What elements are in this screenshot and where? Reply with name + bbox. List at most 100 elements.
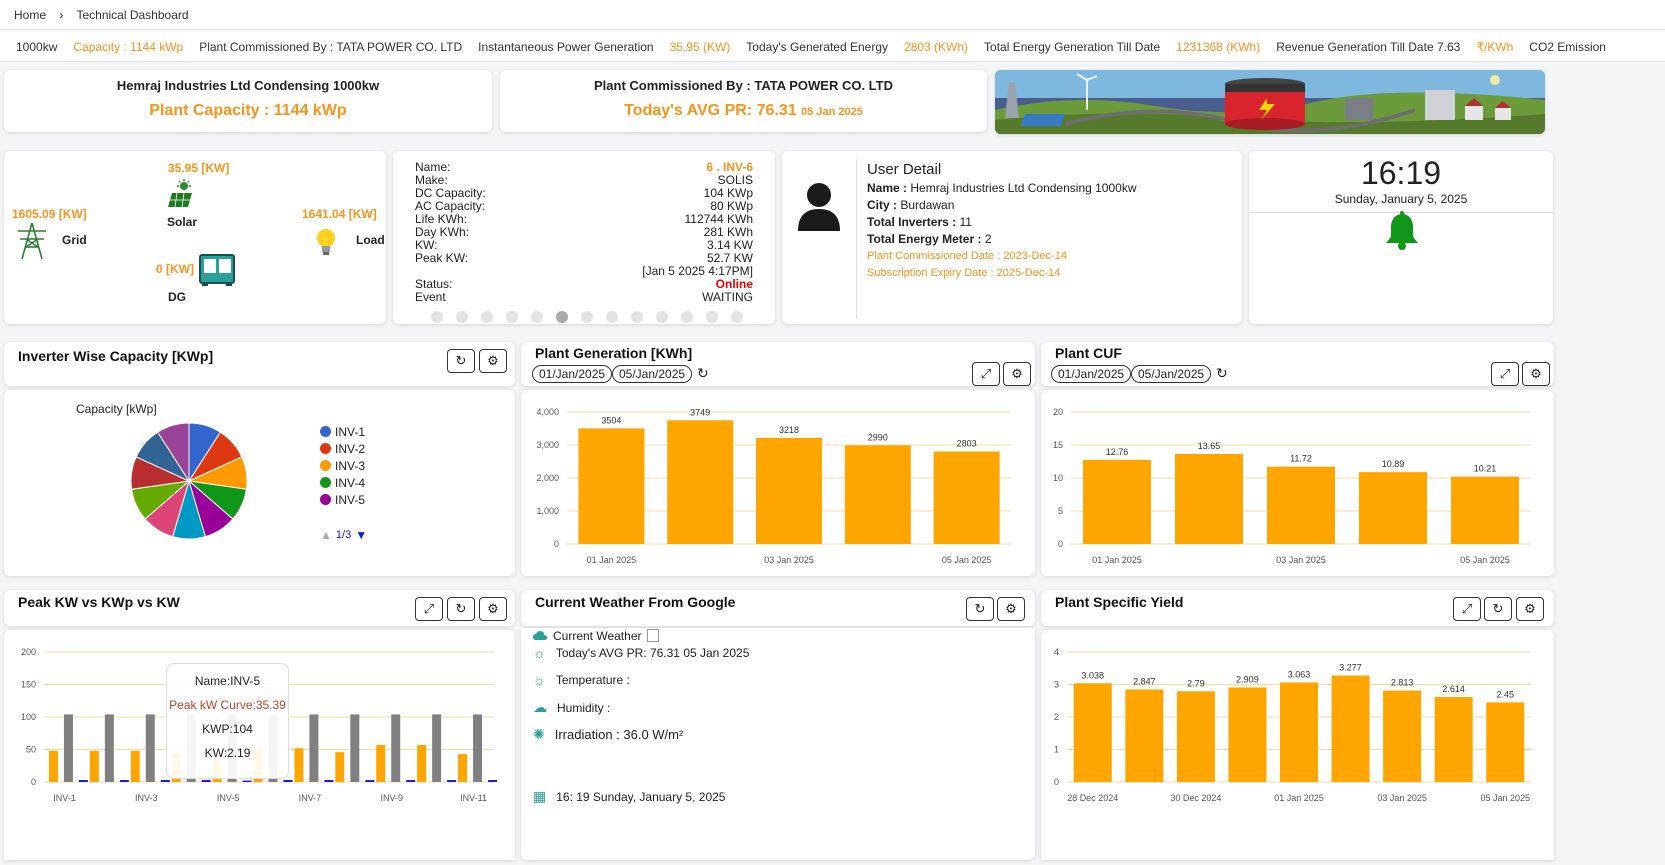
chart-bar[interactable] (1125, 689, 1164, 782)
chart-bar[interactable] (78, 780, 88, 782)
chart-bar[interactable] (488, 780, 498, 782)
user-expiry-label: Subscription Expiry Date : (867, 267, 994, 279)
chart-bar[interactable] (1083, 459, 1151, 544)
refresh-button[interactable]: ↻ (966, 597, 994, 621)
pager-down-icon[interactable]: ▼ (355, 528, 367, 542)
generation-from-date[interactable]: 01/Jan/2025 (532, 365, 613, 383)
chart-bar[interactable] (1359, 472, 1427, 544)
settings-button[interactable]: ⚙ (1516, 597, 1544, 621)
weather-irradiation-row: ✺ Irradiation : 36.0 W/m² (533, 726, 683, 743)
chart-bar[interactable] (335, 752, 345, 782)
breadcrumb-home[interactable]: Home (14, 8, 46, 22)
chart-bar[interactable] (417, 744, 427, 782)
chart-bar[interactable] (119, 780, 129, 782)
carousel-dot[interactable] (481, 311, 493, 323)
chart-bar[interactable] (458, 754, 468, 782)
chart-bar[interactable] (63, 714, 73, 782)
chart-bar[interactable] (473, 714, 483, 782)
carousel-dot[interactable] (706, 311, 718, 323)
carousel-dot[interactable] (531, 311, 543, 323)
carousel-dot[interactable] (556, 311, 568, 323)
settings-button[interactable]: ⚙ (1522, 362, 1550, 386)
carousel-dot[interactable] (431, 311, 443, 323)
chart-bar[interactable] (844, 445, 911, 544)
chart-bar[interactable] (1267, 466, 1335, 544)
chart-bar[interactable] (1175, 453, 1243, 544)
transmission-tower-icon (18, 222, 46, 260)
carousel-dot[interactable] (681, 311, 693, 323)
legend-item[interactable]: INV-2 (320, 440, 365, 457)
carousel-dot[interactable] (606, 311, 618, 323)
chart-bar[interactable] (1280, 682, 1318, 782)
expand-button[interactable]: ⤢ (415, 597, 443, 621)
settings-button[interactable]: ⚙ (479, 597, 507, 621)
settings-button[interactable]: ⚙ (1003, 362, 1031, 386)
legend-item[interactable]: INV-4 (320, 474, 365, 491)
legend-item[interactable]: INV-5 (320, 491, 365, 508)
chart-bar[interactable] (391, 714, 401, 782)
user-detail-list: User Detail Name : Hemraj Industries Ltd… (867, 161, 1136, 282)
chart-bar[interactable] (48, 750, 58, 782)
data-label: 3.063 (1288, 669, 1311, 679)
carousel-dot[interactable] (456, 311, 468, 323)
expand-button[interactable]: ⤢ (1453, 597, 1481, 621)
x-tick-label: 05 Jan 2025 (1480, 793, 1530, 803)
chart-bar[interactable] (756, 437, 822, 544)
settings-button[interactable]: ⚙ (997, 597, 1025, 621)
cuf-to-date[interactable]: 05/Jan/2025 (1131, 365, 1212, 383)
chart-bar[interactable] (104, 714, 114, 782)
x-tick-label: 01 Jan 2025 (587, 555, 637, 565)
chart-bar[interactable] (89, 750, 99, 782)
settings-button[interactable]: ⚙ (479, 349, 507, 373)
refresh-button[interactable]: ↻ (447, 349, 475, 373)
y-tick-label: 3 (1054, 680, 1059, 690)
chart-bar[interactable] (1228, 687, 1267, 782)
carousel-dot[interactable] (581, 311, 593, 323)
chart-bar[interactable] (406, 780, 416, 782)
pager-up-icon[interactable]: ▲ (320, 528, 332, 542)
chart-bar[interactable] (1434, 697, 1473, 782)
chart-bar[interactable] (365, 780, 375, 782)
carousel-dot[interactable] (656, 311, 668, 323)
chart-bar[interactable] (160, 780, 170, 782)
expand-button[interactable]: ⤢ (972, 362, 1000, 386)
legend-item[interactable]: INV-1 (320, 423, 365, 440)
chart-bar[interactable] (294, 748, 304, 782)
data-label: 3504 (601, 415, 621, 425)
chart-bar[interactable] (324, 780, 334, 782)
bell-icon[interactable] (1383, 211, 1421, 251)
chart-bar[interactable] (1176, 691, 1215, 782)
carousel-dot[interactable] (731, 311, 743, 323)
cuf-date-refresh-icon[interactable]: ↻ (1216, 365, 1228, 382)
generation-date-refresh-icon[interactable]: ↻ (697, 365, 709, 382)
plant-generation-panel: 0 1,000 2,000 3,000 4,000 3504 3749 3218 2990 280… (521, 390, 1035, 576)
chart-bar[interactable] (350, 714, 360, 782)
carousel-dot[interactable] (506, 311, 518, 323)
chart-bar[interactable] (667, 420, 734, 544)
chart-bar[interactable] (201, 780, 211, 782)
chart-bar[interactable] (933, 451, 1000, 544)
chart-bar[interactable] (376, 744, 386, 782)
expand-button[interactable]: ⤢ (1491, 362, 1519, 386)
legend-label: INV-5 (335, 492, 366, 507)
chart-bar[interactable] (432, 714, 442, 782)
refresh-button[interactable]: ↻ (447, 597, 475, 621)
chart-bar[interactable] (130, 750, 140, 782)
chart-bar[interactable] (145, 714, 155, 782)
chart-bar[interactable] (309, 714, 319, 782)
chart-bar[interactable] (283, 779, 293, 782)
cuf-from-date[interactable]: 01/Jan/2025 (1051, 365, 1132, 383)
chart-bar[interactable] (1073, 683, 1112, 782)
chart-bar[interactable] (1451, 476, 1519, 544)
chart-bar[interactable] (242, 780, 252, 782)
chart-bar[interactable] (1383, 690, 1422, 782)
refresh-button[interactable]: ↻ (1484, 597, 1512, 621)
generation-to-date[interactable]: 05/Jan/2025 (612, 365, 693, 383)
chart-bar[interactable] (578, 428, 645, 544)
carousel-dot[interactable] (631, 311, 643, 323)
legend-item[interactable]: INV-3 (320, 457, 365, 474)
chart-bar[interactable] (447, 780, 457, 782)
chart-bar[interactable] (1486, 702, 1525, 782)
thermometer-icon: ☼ (533, 672, 546, 688)
chart-bar[interactable] (1331, 675, 1370, 782)
